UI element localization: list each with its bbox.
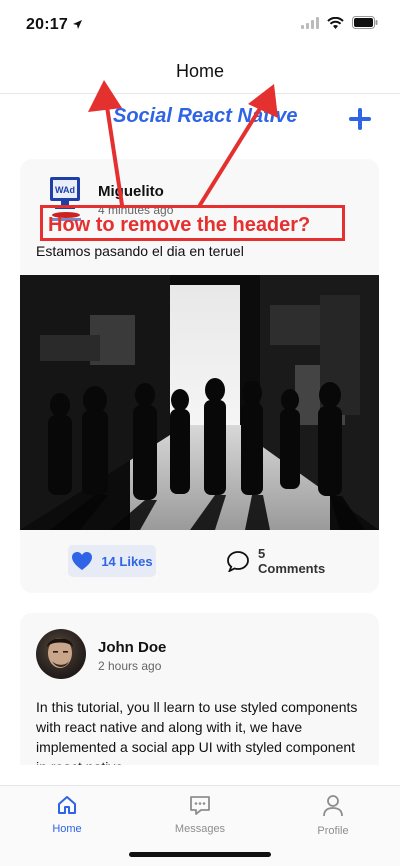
post-user-name[interactable]: John Doe xyxy=(98,639,166,656)
post-card[interactable]: John Doe 2 hours ago In this tutorial, y… xyxy=(20,613,379,765)
post-image[interactable] xyxy=(20,275,379,530)
location-arrow-icon xyxy=(73,20,82,29)
add-post-icon[interactable] xyxy=(346,105,374,133)
post-time: 2 hours ago xyxy=(98,659,162,673)
post-text: In this tutorial, you ll learn to use st… xyxy=(36,699,358,765)
app-title: Social React Native xyxy=(113,105,298,127)
status-time: 20:17 xyxy=(26,16,68,33)
annotation-text: How to remove the header? xyxy=(48,214,311,236)
feed-scroll[interactable]: Social React Native WAd Miguelito 4 minu… xyxy=(0,95,400,765)
like-button[interactable]: 14 Likes xyxy=(68,545,156,577)
home-indicator xyxy=(129,852,271,857)
status-icons xyxy=(301,16,378,29)
tab-profile[interactable]: Profile xyxy=(283,794,383,837)
like-count: 14 Likes xyxy=(101,553,153,569)
battery-icon xyxy=(352,16,378,29)
header-title: Home xyxy=(175,61,224,81)
tab-label: Profile xyxy=(317,825,349,837)
user-avatar[interactable] xyxy=(36,629,86,679)
post-interactions: 14 Likes 5 Comments xyxy=(20,543,379,581)
portrait-image xyxy=(47,638,73,668)
comment-bubble-icon xyxy=(227,551,249,572)
messages-icon xyxy=(190,796,210,815)
post-user-name[interactable]: Miguelito xyxy=(98,183,164,200)
signal-icon xyxy=(301,16,319,29)
profile-icon xyxy=(323,795,343,817)
tab-home[interactable]: Home xyxy=(17,794,117,835)
app-title-row: Social React Native xyxy=(0,103,400,143)
home-icon xyxy=(58,796,76,814)
tab-messages[interactable]: Messages xyxy=(150,794,250,835)
status-bar: 20:17 xyxy=(0,0,400,48)
tab-label: Home xyxy=(52,823,82,835)
comment-count: 5 Comments xyxy=(258,546,326,576)
svg-text:WAd: WAd xyxy=(55,185,75,195)
heart-icon xyxy=(72,552,93,570)
tab-label: Messages xyxy=(174,823,226,835)
post-text: Estamos pasando el dia en teruel xyxy=(36,243,244,259)
navigation-header: Home xyxy=(0,48,400,94)
comment-button[interactable]: 5 Comments xyxy=(226,545,336,577)
wifi-icon xyxy=(327,16,344,29)
